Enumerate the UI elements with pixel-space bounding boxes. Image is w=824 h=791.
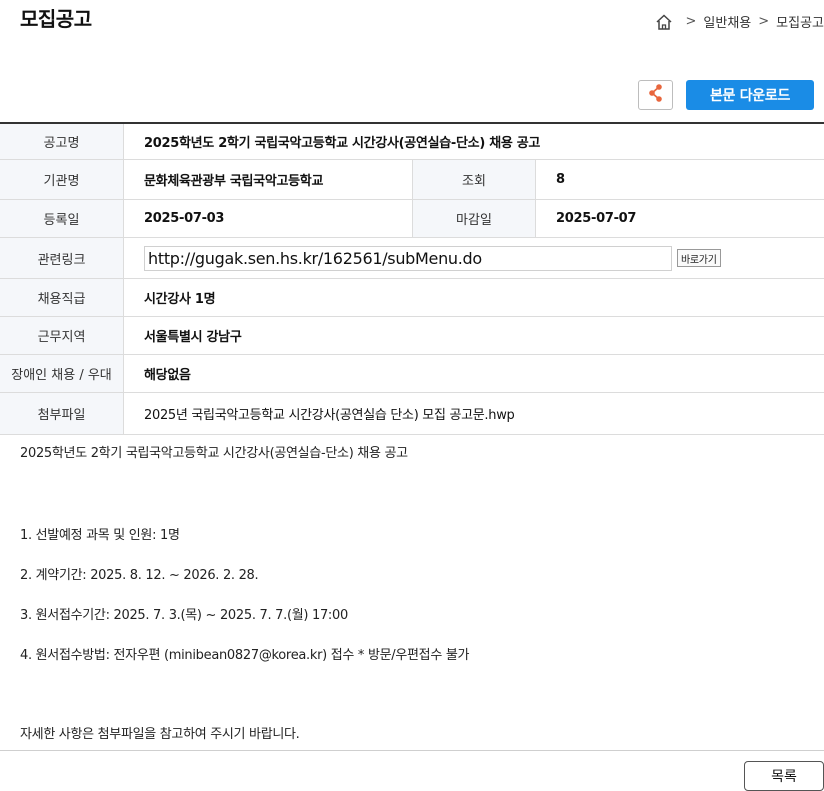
link-label: 관련링크 xyxy=(0,238,124,278)
link-cell: http://gugak.sen.hs.kr/162561/subMenu.do… xyxy=(124,238,721,278)
breadcrumb-item-recruit[interactable]: 일반채용 xyxy=(703,12,751,31)
list-button[interactable]: 목록 xyxy=(744,761,824,791)
location-label: 근무지역 xyxy=(0,317,124,354)
reg-date-label: 등록일 xyxy=(0,200,124,237)
reg-date-value: 2025-07-03 xyxy=(144,211,225,226)
table-row: 근무지역 서울특별시 강남구 xyxy=(0,317,824,355)
go-link-button[interactable]: 바로가기 xyxy=(677,249,721,267)
deadline-label: 마감일 xyxy=(412,200,536,237)
body-line: 2025학년도 2학기 국립국악고등학교 시간강사(공연실습-단소) 채용 공고 xyxy=(20,446,408,461)
location-value: 서울특별시 강남구 xyxy=(144,330,242,345)
breadcrumb-separator: > xyxy=(758,14,770,29)
info-table: 공고명 2025학년도 2학기 국립국악고등학교 시간강사(공연실습-단소) 채… xyxy=(0,122,824,435)
home-icon[interactable] xyxy=(655,13,673,31)
share-icon xyxy=(648,83,664,107)
table-row: 첨부파일 2025년 국립국악고등학교 시간강사(공연실습 단소) 모집 공고문… xyxy=(0,393,824,435)
link-field[interactable]: http://gugak.sen.hs.kr/162561/subMenu.do xyxy=(144,245,672,271)
title-label: 공고명 xyxy=(0,124,124,159)
position-value: 시간강사 1명 xyxy=(144,292,216,307)
position-label: 채용직급 xyxy=(0,279,124,316)
attachment-link[interactable]: 2025년 국립국악고등학교 시간강사(공연실습 단소) 모집 공고문.hwp xyxy=(124,393,515,434)
org-value: 문화체육관광부 국립국악고등학교 xyxy=(144,174,324,189)
body-line: 1. 선발예정 과목 및 인원: 1명 xyxy=(20,528,180,543)
title-value: 2025학년도 2학기 국립국악고등학교 시간강사(공연실습-단소) 채용 공고 xyxy=(144,136,541,151)
table-row: 기관명 문화체육관광부 국립국악고등학교 조회 8 xyxy=(0,160,824,200)
divider xyxy=(0,750,824,751)
page-title: 모집공고 xyxy=(20,7,92,31)
attachment-label: 첨부파일 xyxy=(0,393,124,434)
views-value: 8 xyxy=(556,172,565,187)
views-label: 조회 xyxy=(412,160,536,199)
body-line: 4. 원서접수방법: 전자우편 (minibean0827@korea.kr) … xyxy=(20,648,470,663)
org-label: 기관명 xyxy=(0,160,124,199)
table-row: 장애인 채용 / 우대 해당없음 xyxy=(0,355,824,393)
body-line: 2. 계약기간: 2025. 8. 12. ~ 2026. 2. 28. xyxy=(20,568,259,583)
breadcrumb-item-notice[interactable]: 모집공고 xyxy=(776,12,824,31)
table-row: 등록일 2025-07-03 마감일 2025-07-07 xyxy=(0,200,824,238)
deadline-value: 2025-07-07 xyxy=(556,211,637,226)
table-row: 관련링크 http://gugak.sen.hs.kr/162561/subMe… xyxy=(0,238,824,279)
body-line: 3. 원서접수기간: 2025. 7. 3.(목) ~ 2025. 7. 7.(… xyxy=(20,608,348,623)
breadcrumb-separator: > xyxy=(685,14,697,29)
disability-label: 장애인 채용 / 우대 xyxy=(0,355,124,392)
table-row: 채용직급 시간강사 1명 xyxy=(0,279,824,317)
share-button[interactable] xyxy=(638,80,673,110)
breadcrumb: > 일반채용 > 모집공고 xyxy=(655,12,824,31)
download-button[interactable]: 본문 다운로드 xyxy=(686,80,814,110)
disability-value: 해당없음 xyxy=(144,368,191,383)
body-line: 자세한 사항은 첨부파일을 참고하여 주시기 바랍니다. xyxy=(20,727,300,742)
table-row: 공고명 2025학년도 2학기 국립국악고등학교 시간강사(공연실습-단소) 채… xyxy=(0,124,824,160)
